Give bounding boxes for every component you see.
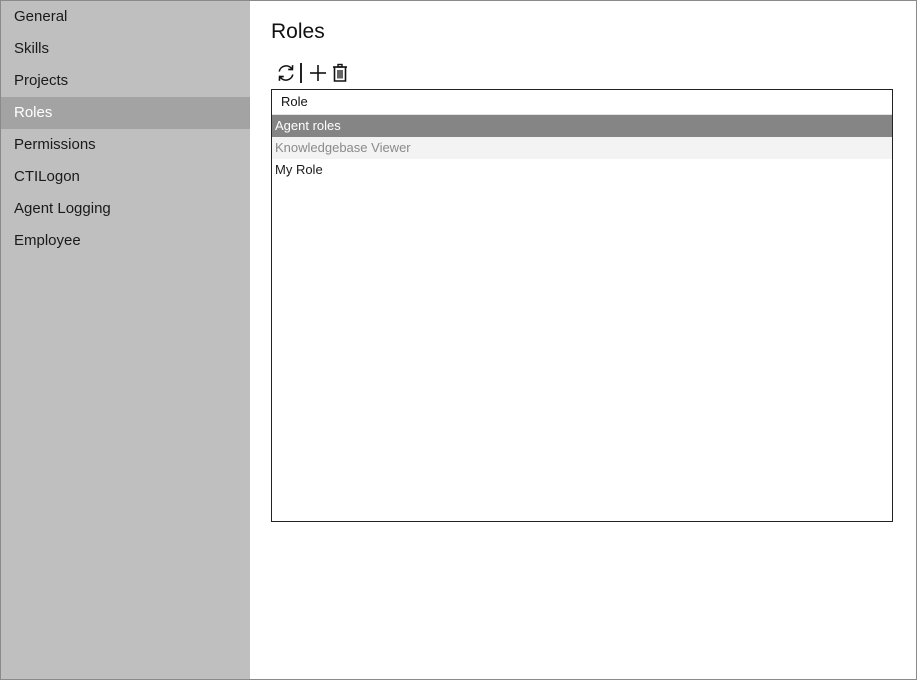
sidebar-item-projects[interactable]: Projects xyxy=(1,65,250,97)
sidebar-item-ctilogon[interactable]: CTILogon xyxy=(1,161,250,193)
toolbar xyxy=(275,60,351,86)
refresh-button[interactable] xyxy=(275,61,297,85)
trash-icon xyxy=(333,63,347,82)
app-window: General Skills Projects Roles Permission… xyxy=(0,0,917,680)
sidebar-item-roles[interactable]: Roles xyxy=(1,97,250,129)
plus-icon xyxy=(310,65,326,81)
page-title: Roles xyxy=(271,20,325,43)
sidebar-item-employee[interactable]: Employee xyxy=(1,225,250,257)
sidebar-item-general[interactable]: General xyxy=(1,1,250,33)
sidebar-nav: General Skills Projects Roles Permission… xyxy=(1,1,250,679)
main-panel: Roles Role Agent roles Knowledgebase Vie… xyxy=(250,1,916,679)
toolbar-separator xyxy=(300,63,302,83)
sidebar-item-agent-logging[interactable]: Agent Logging xyxy=(1,193,250,225)
sidebar-item-skills[interactable]: Skills xyxy=(1,33,250,65)
column-header-role[interactable]: Role xyxy=(272,90,892,115)
add-role-button[interactable] xyxy=(307,61,329,85)
delete-role-button[interactable] xyxy=(329,61,351,85)
table-row[interactable]: Knowledgebase Viewer xyxy=(272,137,892,159)
table-row[interactable]: Agent roles xyxy=(272,115,892,137)
roles-table[interactable]: Role Agent roles Knowledgebase Viewer My… xyxy=(271,89,893,522)
table-row[interactable]: My Role xyxy=(272,159,892,181)
refresh-icon xyxy=(278,65,294,81)
sidebar-item-permissions[interactable]: Permissions xyxy=(1,129,250,161)
